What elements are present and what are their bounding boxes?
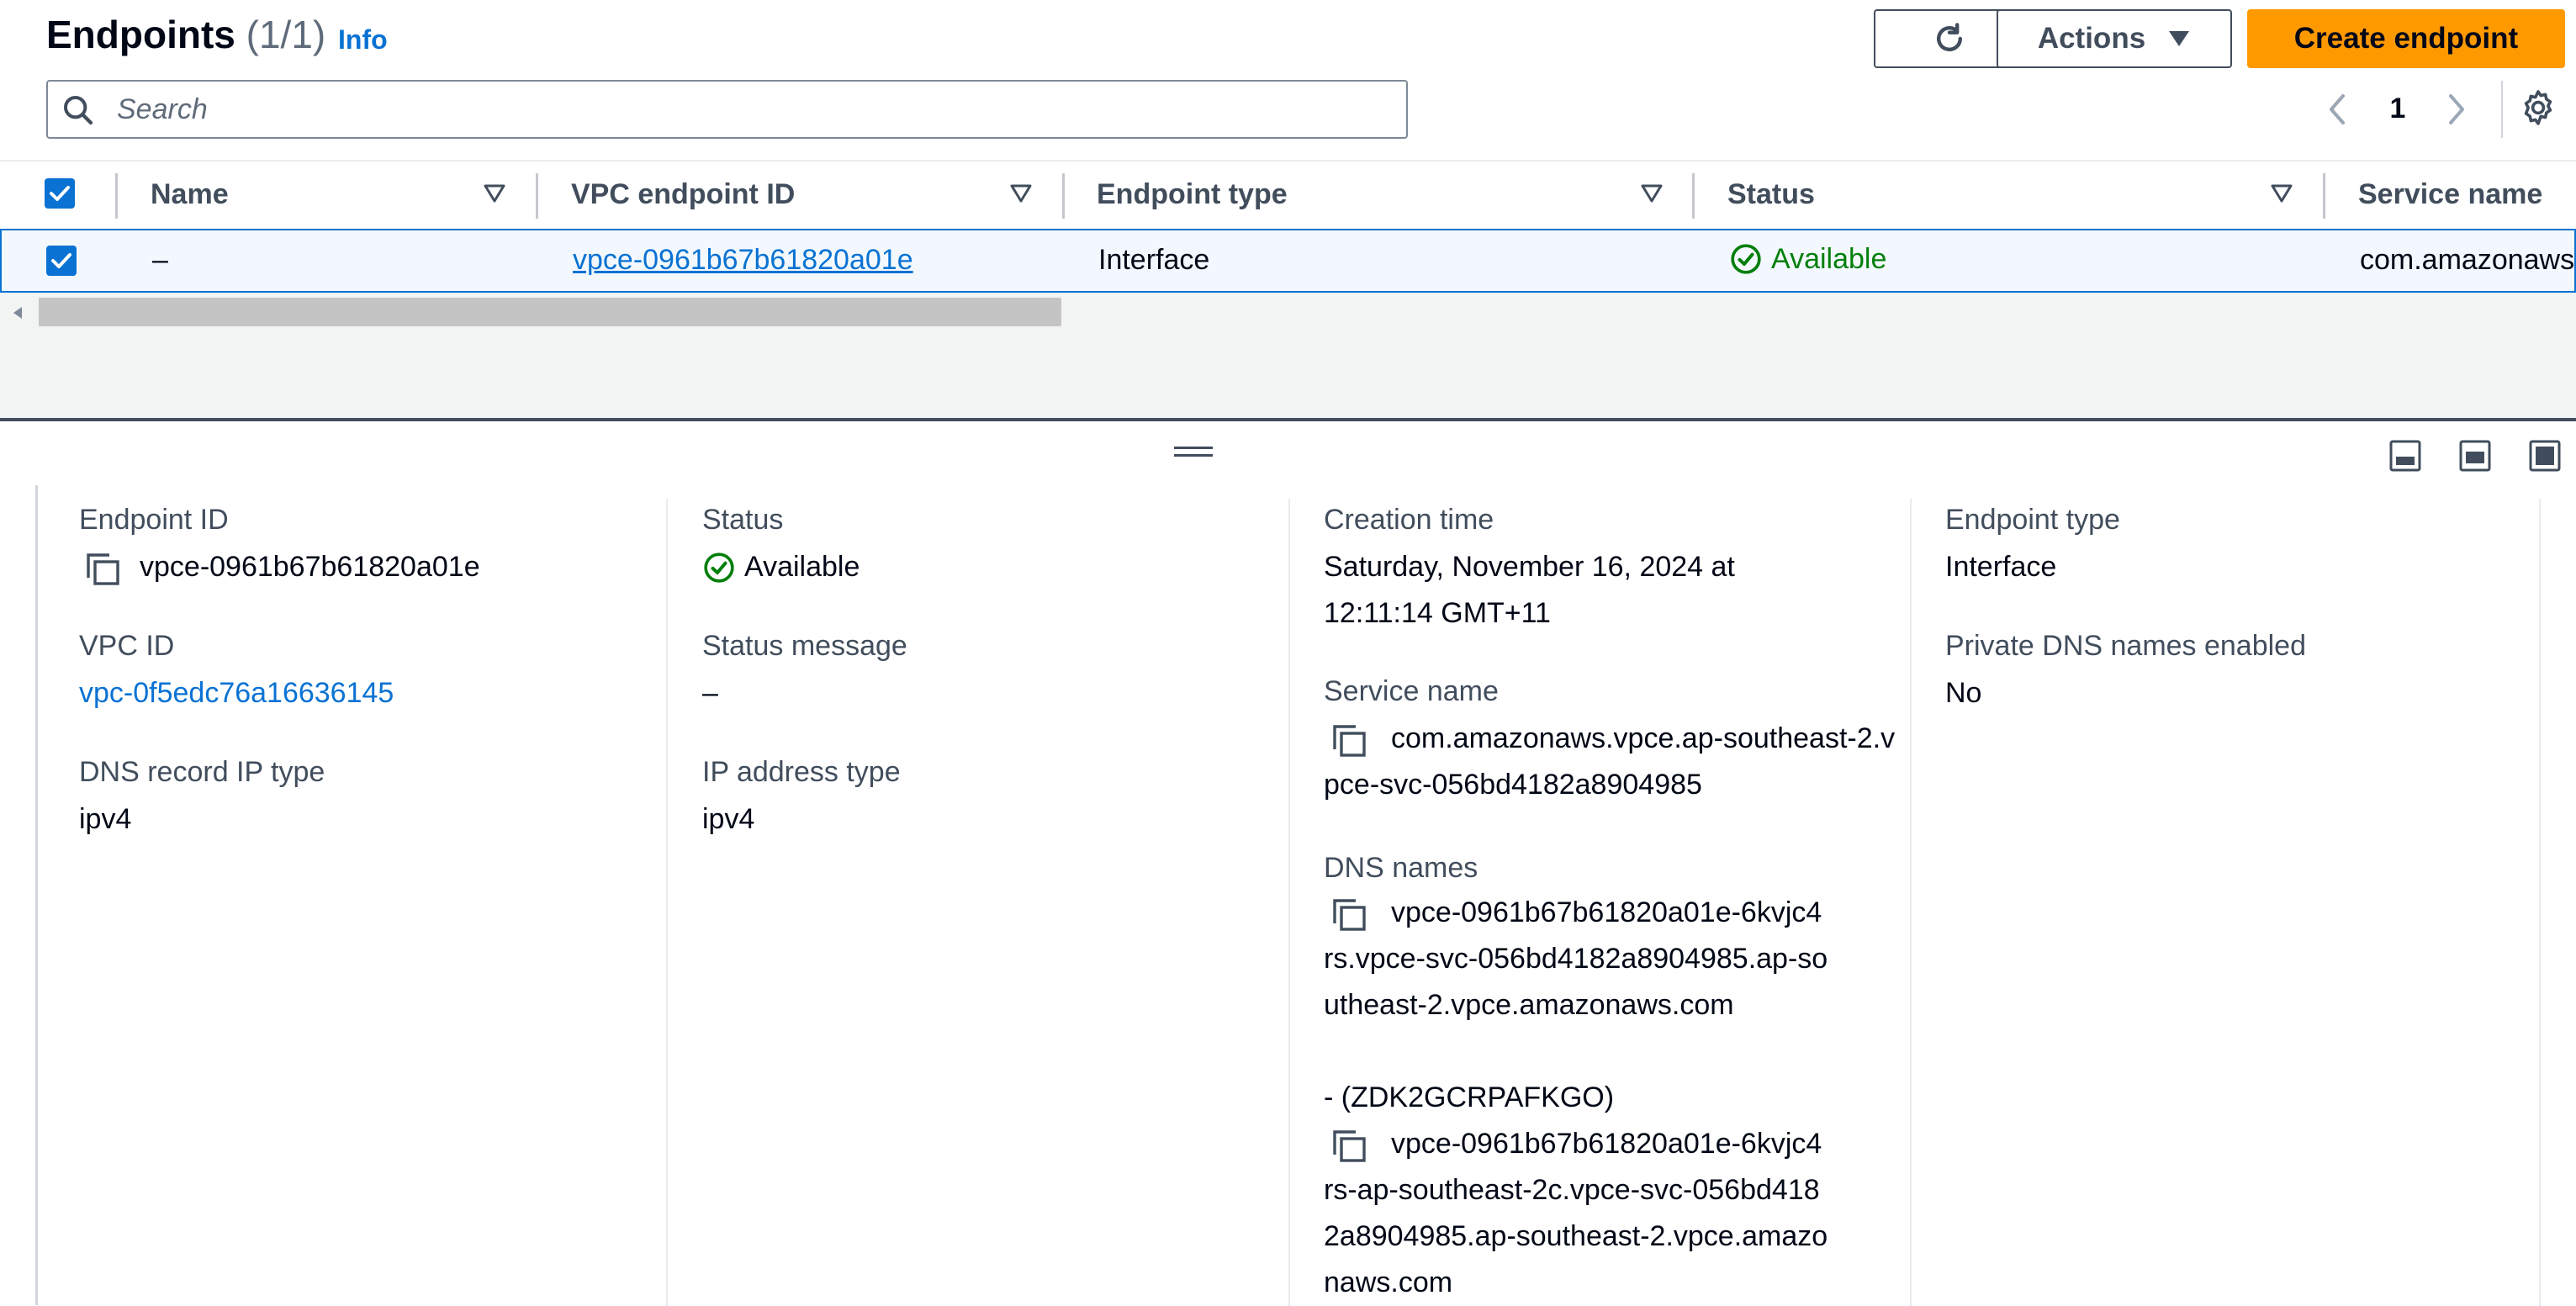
select-all-checkbox[interactable] [45,178,75,209]
page-number[interactable]: 1 [2385,93,2410,125]
column-header-vpc-endpoint-id[interactable]: VPC endpoint ID [571,178,795,211]
caret-down-icon [2169,31,2190,46]
sort-caret-icon[interactable] [1640,183,1664,204]
info-link[interactable]: Info [338,24,388,56]
page-title: Endpoints (1/1) [46,12,325,57]
horizontal-scrollbar[interactable] [0,294,2576,328]
cell-vpc-endpoint-id-link[interactable]: vpce-0961b67b61820a01e [573,244,913,277]
dns-name-2: vpce-0961b67b61820a01e-6kvjc4rs-ap-south… [1324,1121,1828,1306]
refresh-icon [1936,23,1963,52]
column-resizer[interactable] [2323,173,2325,219]
check-circle-icon [704,552,734,583]
column-divider [2539,499,2541,1306]
pagination-divider [2501,81,2503,138]
details-left-border [35,485,38,1305]
endpoint-type-value: Interface [1945,551,2057,583]
endpoint-id-value: vpce-0961b67b61820a01e [86,544,480,590]
column-header-name[interactable]: Name [151,178,229,211]
column-resizer[interactable] [1062,173,1065,219]
status-value: Available [702,544,860,590]
dns-name-1-text: vpce-0961b67b61820a01e-6kvjc4rs.vpce-svc… [1324,896,1828,1021]
table-row[interactable]: – vpce-0961b67b61820a01e Interface Avail… [0,229,2576,293]
column-separator [115,173,118,219]
actions-label: Actions [2037,22,2146,55]
sort-caret-icon[interactable] [2270,183,2293,204]
service-name-label: Service name [1324,675,1499,707]
column-header-endpoint-type[interactable]: Endpoint type [1097,178,1288,211]
column-divider [666,499,668,1306]
sort-caret-icon[interactable] [483,183,506,204]
column-divider [1910,499,1912,1306]
panel-full-icon[interactable] [2529,440,2561,472]
copy-icon[interactable] [86,553,123,586]
column-resizer[interactable] [536,173,538,219]
vpc-id-label: VPC ID [79,630,175,662]
endpoint-id-label: Endpoint ID [79,504,229,536]
endpoints-table-panel: Endpoints (1/1) Info Actions Create endp… [0,0,2576,419]
row-checkbox[interactable] [46,246,77,276]
details-split-panel: Endpoint ID vpce-0961b67b61820a01e VPC I… [0,421,2576,1306]
vpc-id-link[interactable]: vpc-0f5edc76a16636145 [79,670,394,716]
panel-bottom-icon[interactable] [2389,440,2421,472]
status-message-value: – [702,677,718,709]
scrollbar-thumb[interactable] [39,298,1061,326]
copy-icon[interactable] [1332,898,1369,932]
chevron-left-icon[interactable] [2325,91,2350,128]
drag-handle-icon[interactable] [1174,445,1213,458]
endpoint-id-text: vpce-0961b67b61820a01e [140,551,480,583]
gear-icon[interactable] [2518,87,2558,128]
creation-time-value: Saturday, November 16, 2024 at 12:11:14 … [1324,551,1735,629]
table-header-row: Name VPC endpoint ID Endpoint type Statu… [0,160,2576,229]
check-circle-icon [1731,244,1761,274]
copy-icon[interactable] [1332,724,1369,758]
creation-time-label: Creation time [1324,504,1494,536]
private-dns-label: Private DNS names enabled [1945,630,2307,662]
panel-side-icon[interactable] [2459,440,2491,472]
column-divider [1288,499,1290,1306]
dns-names-label: DNS names [1324,852,1478,884]
scroll-left-icon[interactable] [12,306,24,320]
search-box[interactable] [46,80,1408,139]
cell-status: Available [1729,242,1886,276]
page-title-text: Endpoints [46,13,235,56]
cell-name: – [152,244,168,276]
cell-service-name: com.amazonaws [2360,244,2575,276]
copy-icon[interactable] [1332,1129,1369,1163]
actions-dropdown-button[interactable]: Actions [1997,9,2232,68]
chevron-right-icon[interactable] [2444,91,2469,128]
cell-status-text: Available [1771,242,1887,275]
table-header-strip: Endpoints (1/1) Info Actions Create endp… [0,0,2576,160]
dns-name-2-text: vpce-0961b67b61820a01e-6kvjc4rs-ap-south… [1324,1128,1828,1298]
column-header-service-name[interactable]: Service name [2358,178,2542,211]
private-dns-value: No [1945,677,1982,709]
ip-address-type-value: ipv4 [702,803,755,835]
dns-record-ip-type-label: DNS record IP type [79,756,325,788]
dns-name-1-zone: - (ZDK2GCRPAFKGO) [1324,1081,1615,1113]
column-resizer[interactable] [1692,173,1695,219]
status-label: Status [702,504,784,536]
status-message-label: Status message [702,630,907,662]
service-name-text: com.amazonaws.vpce.ap-southeast-2.vpce-s… [1324,722,1896,801]
service-name-value: com.amazonaws.vpce.ap-southeast-2.vpce-s… [1324,716,1896,808]
ip-address-type-label: IP address type [702,756,901,788]
column-header-status[interactable]: Status [1727,178,1815,211]
endpoint-type-label: Endpoint type [1945,504,2120,536]
status-value-text: Available [744,551,860,583]
dns-record-ip-type-value: ipv4 [79,803,132,835]
cell-endpoint-type: Interface [1098,244,1210,276]
sort-caret-icon[interactable] [1009,183,1033,204]
selection-count: (1/1) [246,13,326,56]
create-endpoint-button[interactable]: Create endpoint [2247,9,2565,68]
dns-name-1: vpce-0961b67b61820a01e-6kvjc4rs.vpce-svc… [1324,890,1828,1028]
search-input[interactable] [115,88,1394,130]
search-icon [61,93,95,127]
